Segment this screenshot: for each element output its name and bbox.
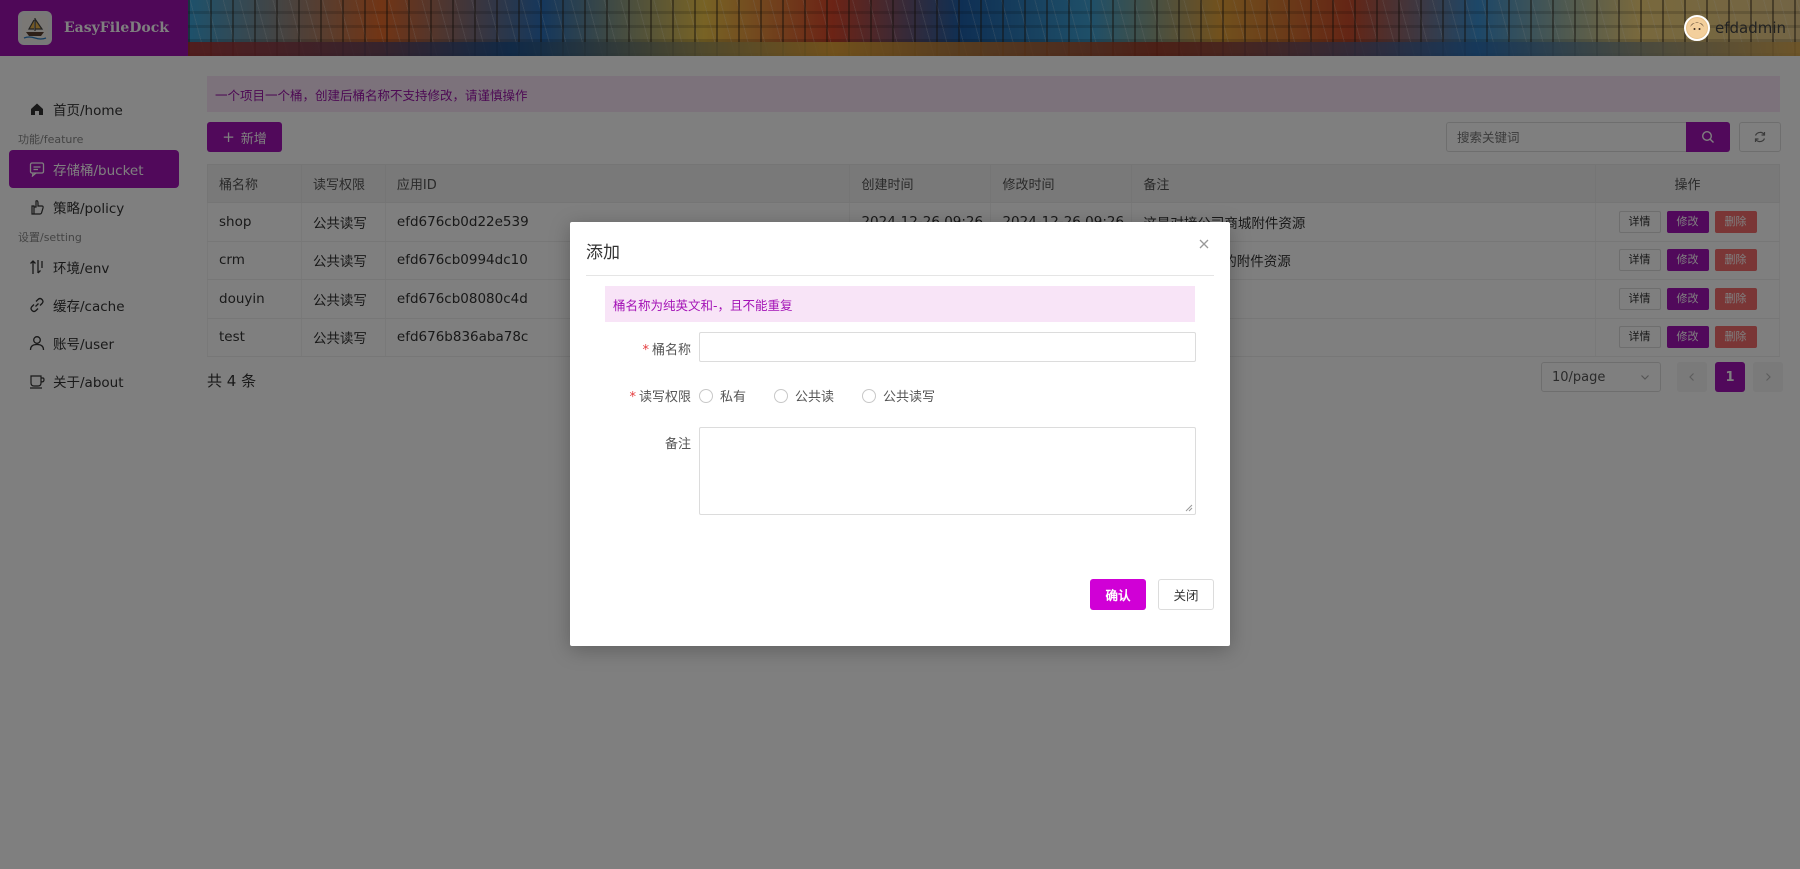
required-mark: * bbox=[629, 390, 636, 405]
remark-label: 备注 bbox=[664, 437, 691, 452]
bucket-name-label: * 桶名称 bbox=[642, 343, 691, 358]
radio-circle bbox=[699, 388, 713, 403]
avatar-icon bbox=[1683, 15, 1710, 41]
user-menu[interactable]: efdadmin bbox=[1683, 0, 1786, 56]
user-name: efdadmin bbox=[1714, 19, 1786, 37]
permission-label: * 读写权限 bbox=[629, 390, 691, 405]
bucket-name-input[interactable] bbox=[699, 332, 1196, 362]
close-icon[interactable] bbox=[1194, 234, 1214, 254]
dialog-tip: 桶名称为纯英文和-，且不能重复 bbox=[605, 286, 1195, 322]
radio-public-read-write[interactable]: 公共读写 bbox=[862, 386, 935, 405]
confirm-button[interactable]: 确认 bbox=[1090, 579, 1146, 610]
dialog-title: 添加 bbox=[586, 243, 620, 263]
resize-grip-icon[interactable] bbox=[1185, 504, 1193, 512]
required-mark: * bbox=[642, 343, 649, 358]
add-bucket-dialog: 添加 桶名称为纯英文和-，且不能重复 * 桶名称 * 读写权限 私有 公共读 公共读… bbox=[570, 222, 1230, 646]
radio-label: 公共读 bbox=[795, 390, 835, 405]
close-button[interactable]: 关闭 bbox=[1158, 579, 1214, 610]
dialog-divider bbox=[586, 275, 1214, 276]
radio-circle bbox=[774, 388, 788, 403]
radio-private[interactable]: 私有 bbox=[699, 386, 746, 405]
radio-public-read[interactable]: 公共读 bbox=[774, 386, 834, 405]
radio-circle bbox=[862, 388, 876, 403]
radio-label: 私有 bbox=[720, 390, 747, 405]
remark-textarea[interactable] bbox=[699, 427, 1196, 515]
radio-label: 公共读写 bbox=[883, 390, 936, 405]
